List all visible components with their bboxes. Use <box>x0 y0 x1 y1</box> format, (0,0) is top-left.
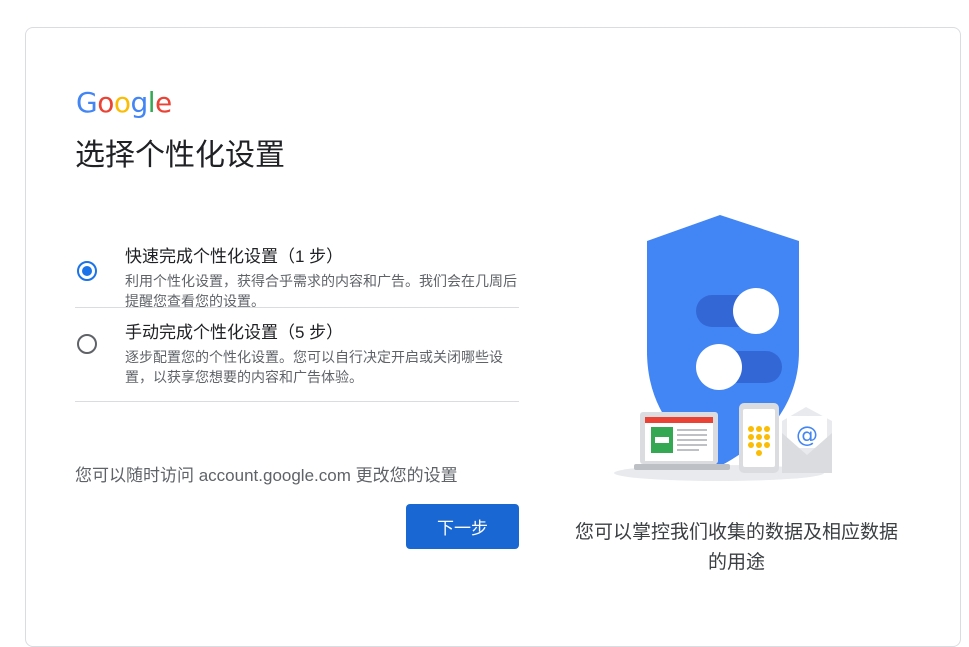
shield-privacy-illustration: @ <box>614 215 832 481</box>
option-manual[interactable]: 手动完成个性化设置（5 步） 逐步配置您的个性化设置。您可以自行决定开启或关闭哪… <box>75 308 519 402</box>
radio-manual[interactable] <box>77 334 97 354</box>
radio-selected-dot <box>82 266 92 276</box>
option-express-description: 利用个性化设置，获得合乎需求的内容和广告。我们会在几周后提醒您查看您的设置。 <box>125 273 517 309</box>
consent-card: Google 选择个性化设置 快速完成个性化设置（1 步） 利用个性化设置，获得… <box>25 27 961 647</box>
option-express[interactable]: 快速完成个性化设置（1 步） 利用个性化设置，获得合乎需求的内容和广告。我们会在… <box>75 233 519 309</box>
settings-footnote: 您可以随时访问 account.google.com 更改您的设置 <box>75 466 458 485</box>
page-title: 选择个性化设置 <box>75 139 285 172</box>
option-manual-title: 手动完成个性化设置（5 步） <box>125 323 344 342</box>
next-button[interactable]: 下一步 <box>406 504 519 549</box>
personalization-options: 快速完成个性化设置（1 步） 利用个性化设置，获得合乎需求的内容和广告。我们会在… <box>75 233 519 402</box>
illustration-caption: 您可以掌控我们收集的数据及相应数据的用途 <box>574 522 898 573</box>
option-manual-description: 逐步配置您的个性化设置。您可以自行决定开启或关闭哪些设置，以获享您想要的内容和广… <box>125 349 503 385</box>
google-logo: Google <box>76 86 172 119</box>
option-express-title: 快速完成个性化设置（1 步） <box>125 247 344 266</box>
at-sign-icon: @ <box>796 423 818 448</box>
radio-express[interactable] <box>77 261 97 281</box>
